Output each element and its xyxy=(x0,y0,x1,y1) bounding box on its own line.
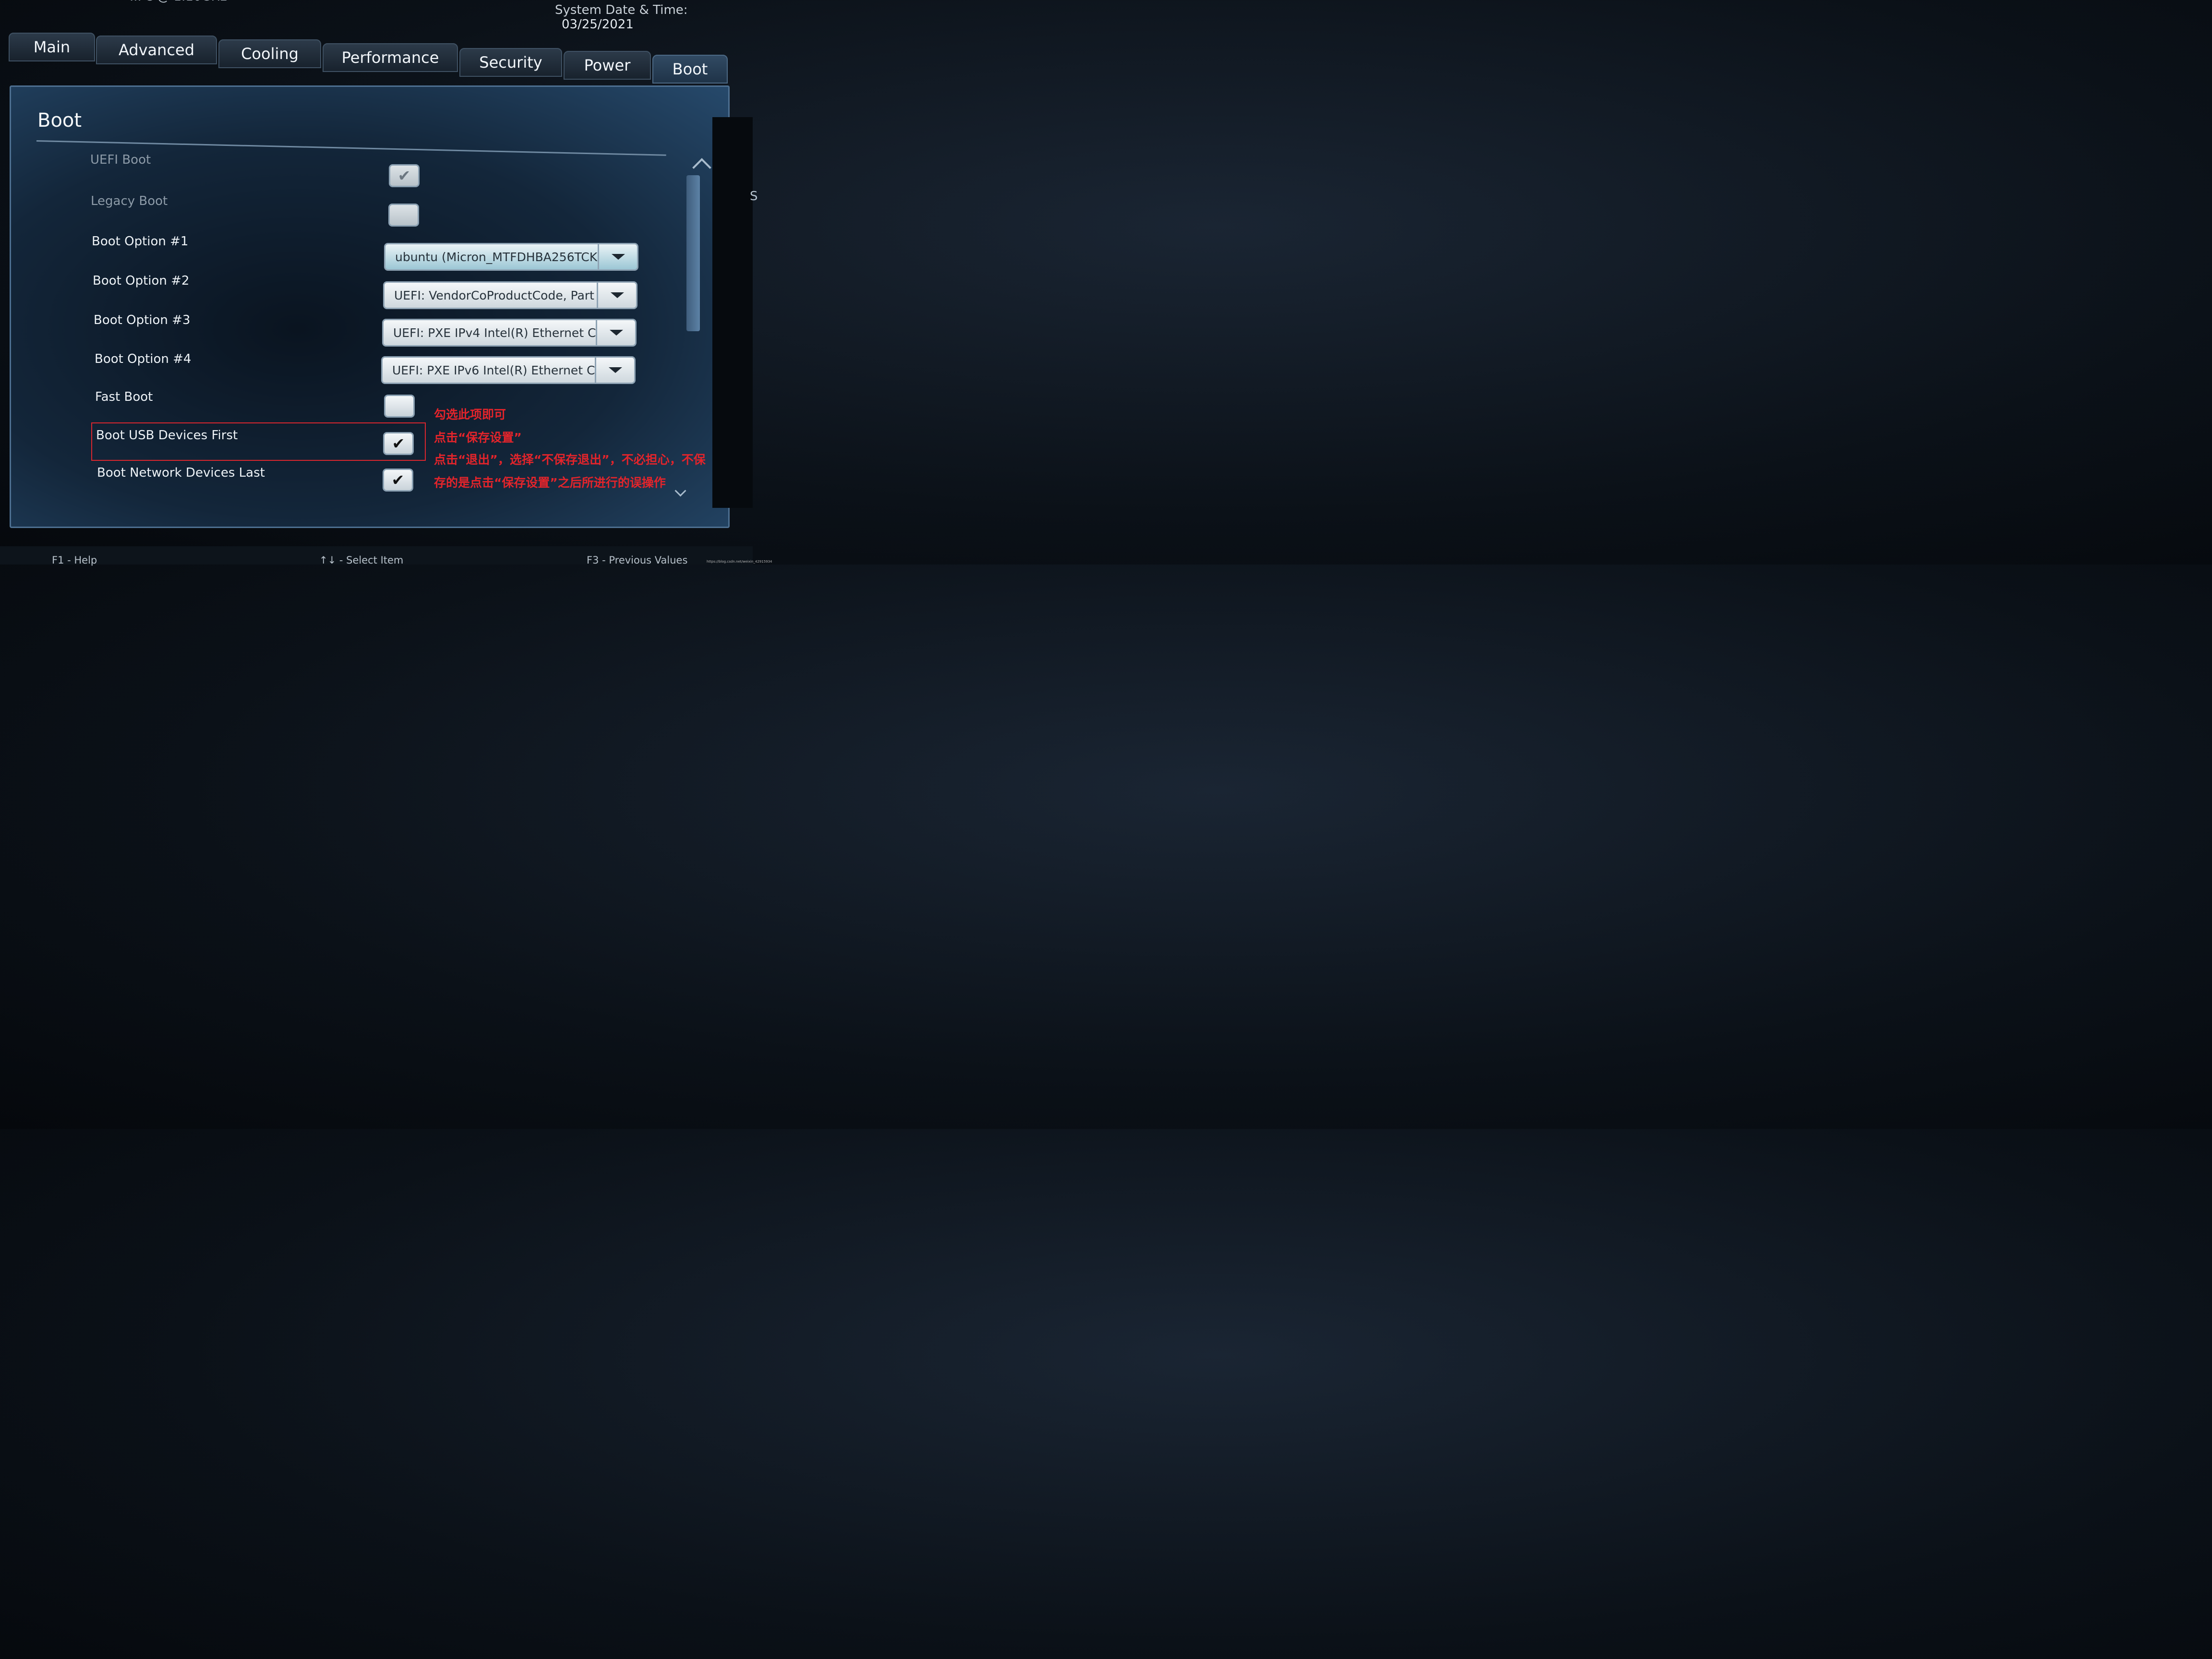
help-side-panel: S xyxy=(712,117,758,508)
system-date-time-label: System Date & Time: xyxy=(555,3,688,17)
boot-option-4-label: Boot Option #4 xyxy=(95,352,192,366)
check-icon: ✔ xyxy=(391,471,405,489)
uefi-boot-checkbox: ✔ xyxy=(389,164,420,187)
footer-f1-help: F1 - Help xyxy=(52,554,97,566)
boot-network-last-label: Boot Network Devices Last xyxy=(97,466,265,480)
tab-main[interactable]: Main xyxy=(9,33,95,61)
page-title: Boot xyxy=(37,109,82,132)
footer-select-item: ↑↓ - Select Item xyxy=(319,554,404,566)
dropdown-button[interactable] xyxy=(595,358,634,383)
boot-option-3-value: UEFI: PXE IPv4 Intel(R) Ethernet C xyxy=(393,326,596,340)
tab-advanced[interactable]: Advanced xyxy=(96,36,217,64)
system-date-time: System Date & Time: 03/25/2021 xyxy=(555,3,753,32)
dropdown-button[interactable] xyxy=(598,244,637,269)
tab-boot[interactable]: Boot xyxy=(652,55,728,84)
fast-boot-checkbox[interactable] xyxy=(384,395,415,418)
watermark: https://blog.csdn.net/weixin_42915934 xyxy=(707,560,772,564)
cpu-info-fragment: ... e @ 1.10GHz xyxy=(130,0,227,4)
dropdown-button[interactable] xyxy=(596,320,635,345)
boot-option-3-label: Boot Option #3 xyxy=(94,313,191,327)
boot-option-4-value: UEFI: PXE IPv6 Intel(R) Ethernet C xyxy=(392,363,595,377)
tab-security[interactable]: Security xyxy=(459,48,562,77)
boot-option-2-select[interactable]: UEFI: VendorCoProductCode, Part xyxy=(383,281,637,309)
side-panel-text: S xyxy=(750,189,758,204)
check-icon: ✔ xyxy=(397,167,411,185)
annotation-line-2: 点击“保存设置” xyxy=(434,431,522,445)
boot-option-1-label: Boot Option #1 xyxy=(92,234,189,249)
footer-f3-previous-values: F3 - Previous Values xyxy=(587,554,688,566)
tab-performance[interactable]: Performance xyxy=(323,43,458,72)
chevron-down-icon xyxy=(608,367,622,373)
boot-option-1-value: ubuntu (Micron_MTFDHBA256TCK xyxy=(395,250,598,264)
annotation-line-3: 点击“退出”，选择“不保存退出”，不必担心，不保 xyxy=(434,453,706,467)
tab-cooling[interactable]: Cooling xyxy=(218,39,321,68)
boot-option-2-label: Boot Option #2 xyxy=(93,274,190,288)
legacy-boot-checkbox xyxy=(388,204,419,227)
chevron-down-icon xyxy=(610,292,624,298)
system-date-time-value[interactable]: 03/25/2021 xyxy=(562,17,634,32)
scrollbar-thumb[interactable] xyxy=(686,175,700,331)
boot-option-1-select[interactable]: ubuntu (Micron_MTFDHBA256TCK xyxy=(384,243,638,271)
boot-network-last-checkbox[interactable]: ✔ xyxy=(383,469,413,492)
boot-option-3-select[interactable]: UEFI: PXE IPv4 Intel(R) Ethernet C xyxy=(382,319,637,347)
legacy-boot-label: Legacy Boot xyxy=(91,194,168,208)
annotation-line-1: 勾选此项即可 xyxy=(434,408,506,421)
annotation-highlight-box xyxy=(91,422,426,461)
boot-option-4-select[interactable]: UEFI: PXE IPv6 Intel(R) Ethernet C xyxy=(381,356,636,384)
tab-power[interactable]: Power xyxy=(564,51,651,80)
fast-boot-label: Fast Boot xyxy=(95,390,153,404)
uefi-boot-label: UEFI Boot xyxy=(90,153,151,167)
dropdown-button[interactable] xyxy=(597,283,636,308)
chevron-down-icon xyxy=(609,330,623,336)
chevron-down-icon xyxy=(611,254,625,260)
boot-option-2-value: UEFI: VendorCoProductCode, Part xyxy=(394,289,594,302)
annotation-line-4: 存的是点击“保存设置”之后所进行的误操作 xyxy=(434,476,666,490)
